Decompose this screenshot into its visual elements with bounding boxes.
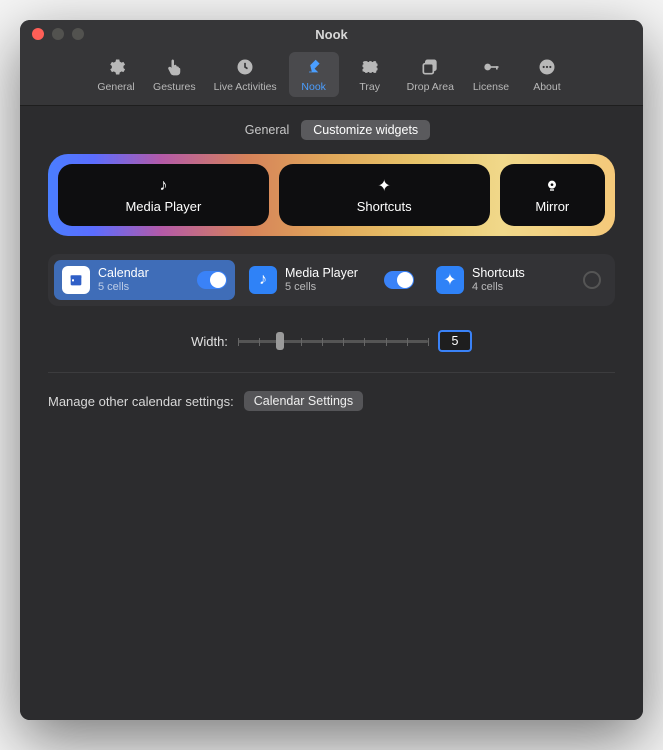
widget-name: Shortcuts [472,266,575,281]
music-note-icon: ♪ [249,266,277,294]
key-icon [480,56,502,78]
widget-cells: 5 cells [98,281,189,294]
toolbar-item-gestures[interactable]: Gestures [147,52,202,97]
segmented-control: General Customize widgets [48,120,615,140]
toolbar-label: Live Activities [214,81,277,93]
widget-toggle-shortcuts[interactable] [583,271,601,289]
width-slider[interactable] [238,331,428,351]
widget-toggle-media-player[interactable] [384,271,414,289]
preview-card-media-player[interactable]: ♪ Media Player [58,164,269,226]
widget-cells: 4 cells [472,281,575,294]
preferences-toolbar: General Gestures Live Activities Nook Tr… [20,48,643,106]
toolbar-label: License [473,81,509,93]
hand-tap-icon [163,56,185,78]
widget-item-shortcuts[interactable]: ✦ Shortcuts 4 cells [428,260,609,300]
stack-icon [419,56,441,78]
toolbar-label: Drop Area [407,81,454,93]
toolbar-label: General [97,81,134,93]
dashed-rect-icon [359,56,381,78]
widget-list: Calendar 5 cells ♪ Media Player 5 cells … [48,254,615,306]
toolbar-item-drop-area[interactable]: Drop Area [401,52,460,97]
webcam-icon [544,177,560,195]
toolbar-item-about[interactable]: About [522,52,572,97]
toolbar-label: Nook [301,81,326,93]
window-title: Nook [20,27,643,42]
gear-icon [105,56,127,78]
tab-customize-widgets[interactable]: Customize widgets [301,120,430,140]
settings-panel: General Customize widgets ♪ Media Player… [20,106,643,720]
width-control: Width: 5 [48,330,615,372]
preview-label: Media Player [125,199,201,214]
widget-name: Calendar [98,266,189,281]
titlebar: Nook [20,20,643,48]
toolbar-item-license[interactable]: License [466,52,516,97]
preview-card-mirror[interactable]: Mirror [500,164,605,226]
tab-general[interactable]: General [233,120,301,140]
toolbar-item-live-activities[interactable]: Live Activities [208,52,283,97]
preview-label: Mirror [535,199,569,214]
widget-item-media-player[interactable]: ♪ Media Player 5 cells [241,260,422,300]
calendar-settings-button[interactable]: Calendar Settings [244,391,363,411]
divider [48,372,615,373]
toolbar-item-nook[interactable]: Nook [289,52,339,97]
widget-toggle-calendar[interactable] [197,271,227,289]
toolbar-label: Gestures [153,81,196,93]
ellipsis-circle-icon [536,56,558,78]
lamp-icon [303,56,325,78]
preview-card-shortcuts[interactable]: ✦ Shortcuts [279,164,490,226]
widget-name: Media Player [285,266,376,281]
toolbar-item-general[interactable]: General [91,52,141,97]
width-value-field[interactable]: 5 [438,330,472,352]
music-note-icon: ♪ [159,177,167,195]
preferences-window: Nook General Gestures Live Activities No… [20,20,643,720]
toolbar-label: About [533,81,560,93]
toolbar-label: Tray [359,81,380,93]
preview-label: Shortcuts [357,199,412,214]
sparkle-icon: ✦ [436,266,464,294]
widget-item-calendar[interactable]: Calendar 5 cells [54,260,235,300]
slider-thumb[interactable] [276,332,284,350]
widget-cells: 5 cells [285,281,376,294]
calendar-icon [62,266,90,294]
manage-label: Manage other calendar settings: [48,394,234,409]
sparkle-icon: ✦ [377,177,390,195]
clock-icon [234,56,256,78]
toolbar-item-tray[interactable]: Tray [345,52,395,97]
width-label: Width: [191,334,228,349]
manage-calendar-row: Manage other calendar settings: Calendar… [48,391,615,411]
widget-preview-frame: ♪ Media Player ✦ Shortcuts Mirror [48,154,615,236]
